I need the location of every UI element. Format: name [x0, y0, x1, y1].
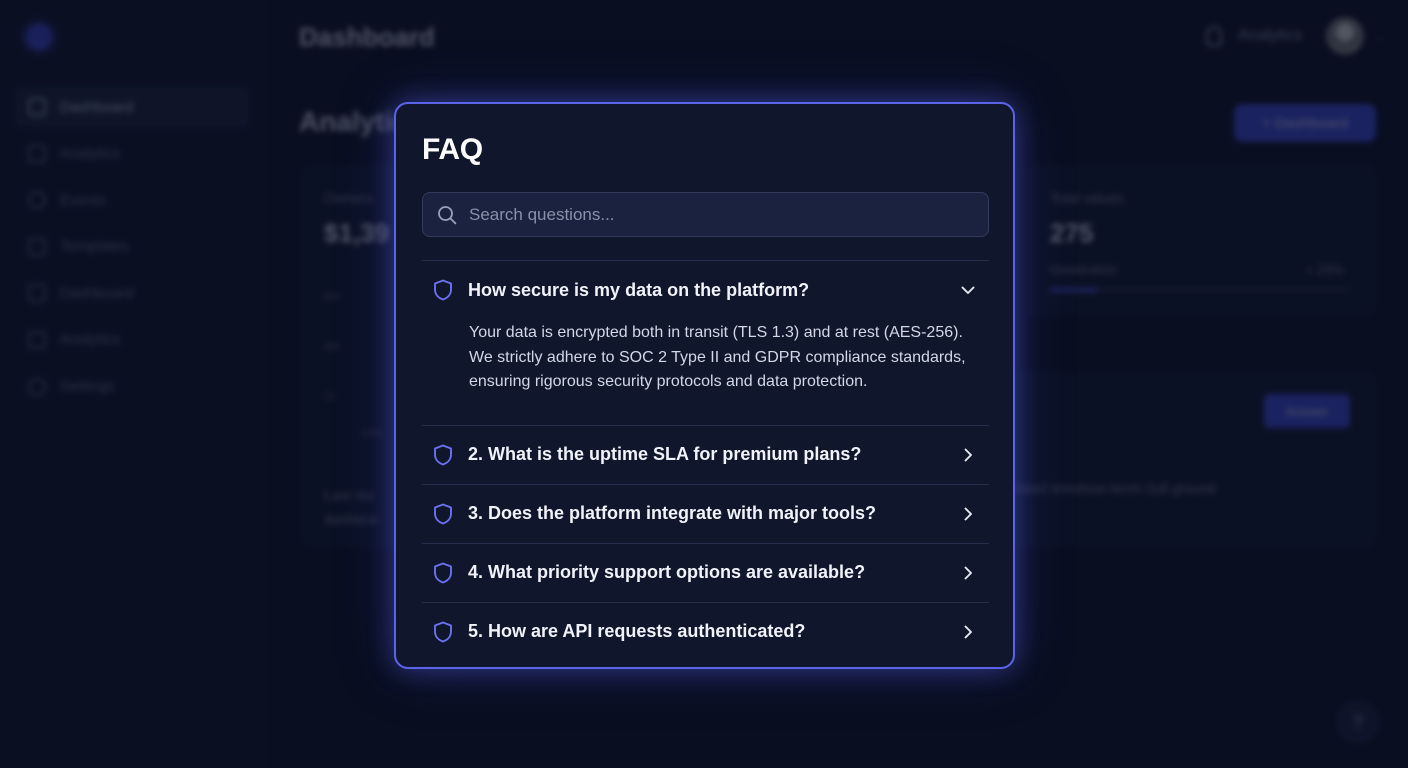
faq-question: 3. Does the platform integrate with majo… [468, 503, 877, 523]
faq-question-toggle[interactable]: 5. How are API requests authenticated? [422, 603, 989, 661]
faq-item: 4. What priority support options are ava… [422, 542, 989, 602]
faq-item: 5. How are API requests authenticated? [422, 601, 989, 661]
chevron-right-icon[interactable] [959, 505, 977, 523]
modal-title: FAQ [422, 133, 483, 166]
faq-question: 4. What priority support options are ava… [468, 562, 866, 582]
faq-question-toggle[interactable]: 2. What is the uptime SLA for premium pl… [422, 426, 989, 484]
shield-icon [434, 279, 452, 301]
search-box[interactable] [422, 192, 989, 237]
faq-answer: Your data is encrypted both in transit (… [469, 324, 966, 390]
chevron-right-icon[interactable] [959, 564, 977, 582]
shield-icon [434, 621, 452, 642]
shield-icon [434, 562, 452, 583]
faq-question-toggle[interactable]: How secure is my data on the platform? [422, 261, 989, 319]
faq-question: 2. What is the uptime SLA for premium pl… [468, 444, 862, 464]
faq-item: How secure is my data on the platform? Y… [422, 260, 989, 425]
faq-question: 5. How are API requests authenticated? [468, 621, 806, 641]
faq-modal: FAQ How secure is my data on the platfor… [394, 102, 1015, 669]
chevron-right-icon[interactable] [959, 623, 977, 641]
faq-list: How secure is my data on the platform? Y… [422, 260, 989, 661]
faq-item: 3. Does the platform integrate with majo… [422, 483, 989, 543]
search-icon [438, 205, 457, 224]
faq-question-toggle[interactable]: 4. What priority support options are ava… [422, 544, 989, 602]
shield-icon [434, 503, 452, 524]
chevron-right-icon[interactable] [959, 446, 977, 464]
chevron-down-icon[interactable] [959, 281, 977, 299]
shield-icon [434, 444, 452, 465]
search-input[interactable] [469, 193, 988, 236]
faq-question-toggle[interactable]: 3. Does the platform integrate with majo… [422, 485, 989, 543]
faq-item: 2. What is the uptime SLA for premium pl… [422, 424, 989, 484]
faq-question: How secure is my data on the platform? [468, 279, 810, 300]
